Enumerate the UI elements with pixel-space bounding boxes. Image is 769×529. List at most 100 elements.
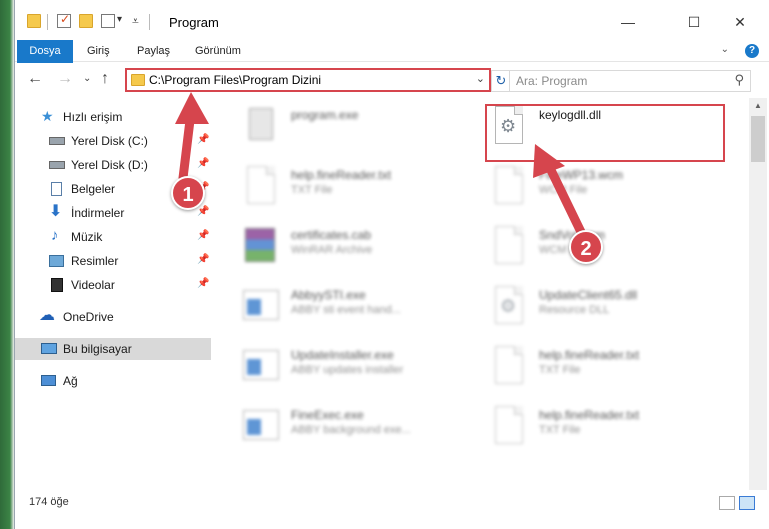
file-item[interactable]: program.exe bbox=[239, 98, 479, 154]
file-item[interactable]: UpdateInstaller.exe ABBY updates install… bbox=[239, 338, 479, 394]
refresh-button[interactable]: ↻ bbox=[491, 70, 511, 92]
file-name: help.fineReader.txt bbox=[539, 348, 640, 362]
explorer-window: ▾ ⩡ Program — ☐ ✕ Dosya Giriş Paylaş Gör… bbox=[14, 0, 769, 529]
search-input[interactable] bbox=[516, 73, 716, 89]
close-button[interactable]: ✕ bbox=[717, 8, 763, 36]
pictures-icon bbox=[49, 255, 64, 267]
file-type: ABBY updates installer bbox=[291, 364, 404, 376]
sidebar-item-onedrive[interactable]: ☁ OneDrive bbox=[15, 306, 211, 328]
file-item[interactable]: AbbyySTI.exe ABBY sti event hand... bbox=[239, 278, 479, 334]
app-window-icon bbox=[239, 344, 283, 388]
sidebar-item-pictures[interactable]: Resimler 📌 bbox=[15, 250, 211, 272]
drive-icon bbox=[49, 137, 65, 145]
minimize-button[interactable]: — bbox=[605, 8, 651, 36]
sidebar-item-label: Yerel Disk (C:) bbox=[71, 134, 148, 148]
up-arrow-icon[interactable]: ↑ bbox=[101, 70, 109, 88]
pin-icon: 📌 bbox=[197, 254, 210, 265]
file-name: help.fineReader.txt bbox=[291, 168, 392, 182]
videos-icon bbox=[51, 278, 63, 292]
callout-2: 2 bbox=[569, 230, 603, 264]
file-item[interactable]: SndVol.wcm WCM File bbox=[487, 218, 727, 274]
recent-locations-icon[interactable]: ⌄ bbox=[83, 73, 91, 84]
chevron-down-icon[interactable]: ⌄ bbox=[476, 72, 485, 85]
tab-home[interactable]: Giriş bbox=[77, 40, 120, 62]
toolbar-divider bbox=[47, 14, 48, 30]
music-icon: ♪ bbox=[51, 227, 59, 244]
pin-icon: 📌 bbox=[197, 134, 210, 145]
navigation-bar: ← → ⌄ ↑ C:\Program Files\Program Dizini … bbox=[15, 63, 769, 97]
sidebar-item-music[interactable]: ♪ Müzik 📌 bbox=[15, 226, 211, 248]
pin-icon: 📌 bbox=[197, 206, 210, 217]
file-name: UpdateClient65.dll bbox=[539, 288, 638, 302]
file-icon bbox=[487, 224, 531, 268]
folder-icon bbox=[27, 14, 41, 28]
text-file-icon bbox=[487, 344, 531, 388]
expand-ribbon-icon[interactable]: ⌄ bbox=[721, 44, 729, 55]
file-type: Resource DLL bbox=[539, 304, 610, 316]
file-item[interactable]: help.fineReader.txt TXT File bbox=[487, 398, 727, 454]
tab-share[interactable]: Paylaş bbox=[127, 40, 180, 62]
maximize-button[interactable]: ☐ bbox=[671, 8, 717, 36]
sidebar-item-this-pc[interactable]: Bu bilgisayar bbox=[15, 338, 211, 360]
app-window-icon bbox=[239, 404, 283, 448]
sidebar-item-network[interactable]: Ağ bbox=[15, 370, 211, 392]
file-item[interactable]: certificates.cab WinRAR Archive bbox=[239, 218, 479, 274]
drive-icon bbox=[49, 161, 65, 169]
scroll-up-icon[interactable]: ▲ bbox=[749, 98, 767, 114]
file-name: program.exe bbox=[291, 108, 359, 122]
tab-view[interactable]: Görünüm bbox=[185, 40, 251, 62]
file-name: help.fineReader.txt bbox=[539, 408, 640, 422]
sidebar-item-label: Müzik bbox=[71, 230, 103, 244]
text-file-icon bbox=[239, 164, 283, 208]
file-type: WCM File bbox=[539, 184, 588, 196]
winrar-icon bbox=[239, 224, 283, 268]
help-icon[interactable]: ? bbox=[745, 44, 759, 58]
details-view-icon[interactable] bbox=[719, 496, 735, 510]
list-view-icon[interactable] bbox=[101, 14, 115, 28]
pin-icon: 📌 bbox=[197, 158, 210, 169]
file-item[interactable]: FineWP13.wcm WCM File bbox=[487, 158, 727, 214]
text-file-icon bbox=[487, 404, 531, 448]
sidebar-item-label: OneDrive bbox=[63, 310, 114, 324]
navigation-pane: ★ Hızlı erişim Yerel Disk (C:) 📌 Yerel D… bbox=[15, 100, 211, 490]
file-icon bbox=[487, 164, 531, 208]
star-icon: ★ bbox=[41, 108, 54, 124]
title-bar[interactable]: ▾ ⩡ Program — ☐ ✕ bbox=[15, 0, 769, 40]
customize-toolbar-icon[interactable]: ⩡ bbox=[132, 14, 139, 29]
callout-1: 1 bbox=[171, 176, 205, 210]
properties-icon[interactable] bbox=[57, 12, 71, 28]
address-path: C:\Program Files\Program Dizini bbox=[149, 73, 322, 87]
file-type: ABBY sti event hand... bbox=[291, 304, 401, 316]
chevron-down-icon[interactable]: ▾ bbox=[117, 14, 122, 25]
computer-icon bbox=[41, 343, 57, 354]
vertical-scrollbar[interactable]: ▲ bbox=[749, 98, 767, 490]
file-name: FineWP13.wcm bbox=[539, 168, 624, 182]
forward-arrow-icon[interactable]: → bbox=[57, 70, 73, 88]
toolbar-divider bbox=[149, 14, 150, 30]
cloud-icon: ☁ bbox=[39, 307, 55, 324]
sidebar-item-label: Resimler bbox=[71, 254, 119, 268]
file-type: ABBY background exe... bbox=[291, 424, 411, 436]
file-item[interactable]: FineExec.exe ABBY background exe... bbox=[239, 398, 479, 454]
back-arrow-icon[interactable]: ← bbox=[27, 70, 43, 88]
sidebar-item-local-disk-c[interactable]: Yerel Disk (C:) 📌 bbox=[15, 130, 211, 152]
pin-icon: 📌 bbox=[197, 278, 210, 289]
address-bar[interactable]: C:\Program Files\Program Dizini ⌄ bbox=[125, 68, 491, 92]
sidebar-item-quick-access[interactable]: ★ Hızlı erişim bbox=[15, 106, 211, 128]
app-window-icon bbox=[239, 284, 283, 328]
file-item[interactable]: help.fineReader.txt TXT File bbox=[487, 338, 727, 394]
search-icon[interactable]: ⚲ bbox=[734, 72, 744, 88]
sidebar-item-label: Hızlı erişim bbox=[63, 110, 123, 124]
sidebar-item-label: İndirmeler bbox=[71, 206, 125, 220]
sidebar-item-local-disk-d[interactable]: Yerel Disk (D:) 📌 bbox=[15, 154, 211, 176]
new-folder-icon[interactable] bbox=[79, 14, 93, 28]
dll-gear-icon: ⚙ bbox=[487, 284, 531, 328]
file-item[interactable]: help.fineReader.txt TXT File bbox=[239, 158, 479, 214]
file-item[interactable]: ⚙ UpdateClient65.dll Resource DLL bbox=[487, 278, 727, 334]
file-list: program.exe ⚙ keylogdll.dll help.fineRea… bbox=[221, 98, 741, 490]
large-icons-view-icon[interactable] bbox=[739, 496, 755, 510]
scrollbar-thumb[interactable] bbox=[751, 116, 765, 162]
search-box[interactable]: ⚲ bbox=[509, 70, 751, 92]
sidebar-item-videos[interactable]: Videolar 📌 bbox=[15, 274, 211, 296]
documents-icon bbox=[51, 182, 62, 196]
